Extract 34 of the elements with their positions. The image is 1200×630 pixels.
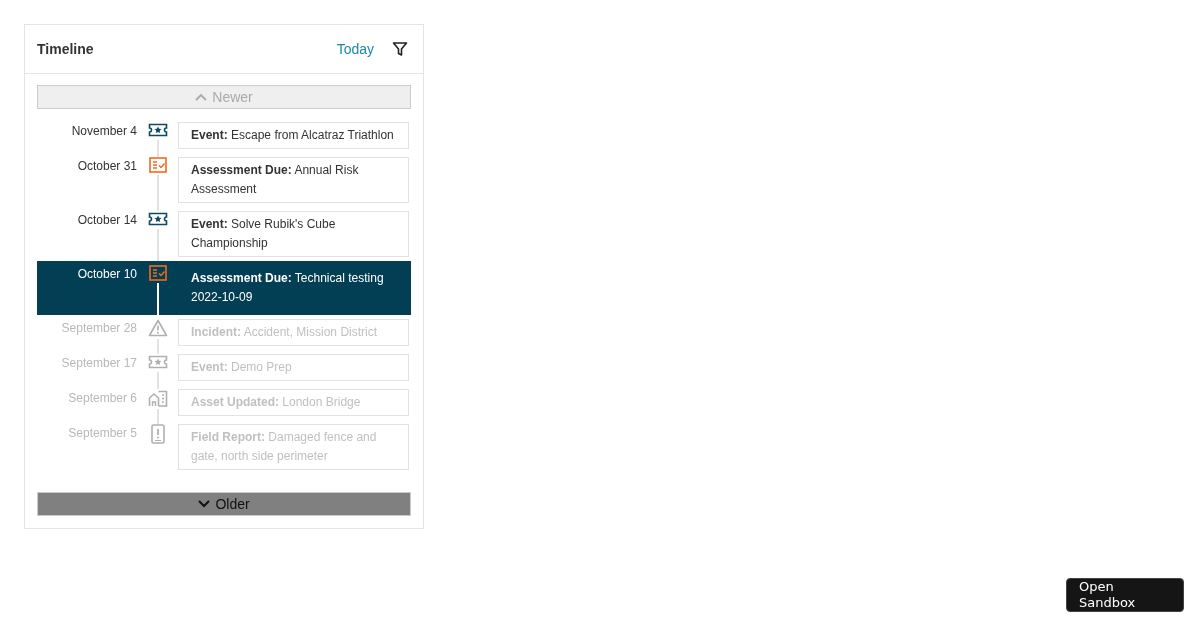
building-icon	[147, 389, 168, 407]
chevron-down-icon	[198, 500, 211, 508]
event-summary: Incident: Accident, Mission District	[178, 319, 409, 346]
event-date: November 4	[70, 123, 137, 138]
older-button[interactable]: Older	[37, 492, 411, 516]
event-date: October 10	[76, 266, 137, 281]
panel-title: Timeline	[37, 41, 95, 57]
event-summary: Event: Solve Rubik's Cube Championship	[178, 211, 409, 257]
checklist-icon	[148, 265, 167, 281]
event-date: September 17	[60, 355, 137, 370]
event-date: September 5	[67, 425, 137, 440]
timeline-row[interactable]: October 10 Assessment Due: Technical testing 2022-10-09	[37, 261, 411, 315]
open-sandbox-button[interactable]: Open Sandbox	[1066, 578, 1184, 612]
ticket-icon	[147, 211, 168, 227]
today-link[interactable]: Today	[336, 41, 374, 57]
timeline-row[interactable]: October 31 Assessment Due: Annual Risk Assessment	[37, 157, 411, 211]
chevron-up-icon	[195, 93, 208, 101]
event-summary: Field Report: Damaged fence and gate, north side perimeter	[178, 424, 409, 470]
phone-alert-icon	[150, 424, 165, 444]
ticket-icon	[147, 122, 168, 138]
event-date: September 6	[67, 390, 137, 405]
checklist-icon	[148, 157, 167, 173]
event-summary: Assessment Due: Annual Risk Assessment	[178, 157, 409, 203]
event-summary: Event: Escape from Alcatraz Triathlon	[178, 122, 409, 149]
ticket-icon	[147, 354, 168, 370]
event-date: September 28	[60, 320, 137, 335]
event-summary: Assessment Due: Technical testing 2022-10-09	[190, 270, 385, 306]
warning-icon	[147, 319, 168, 337]
event-summary: Event: Demo Prep	[178, 354, 409, 381]
timeline-row[interactable]: November 4 Event: Escape from Alcatraz Triathlon	[37, 122, 411, 157]
event-summary: Asset Updated: London Bridge	[178, 389, 409, 416]
event-date: October 31	[76, 158, 137, 173]
filter-icon[interactable]	[392, 41, 408, 57]
event-date: October 14	[76, 212, 137, 227]
